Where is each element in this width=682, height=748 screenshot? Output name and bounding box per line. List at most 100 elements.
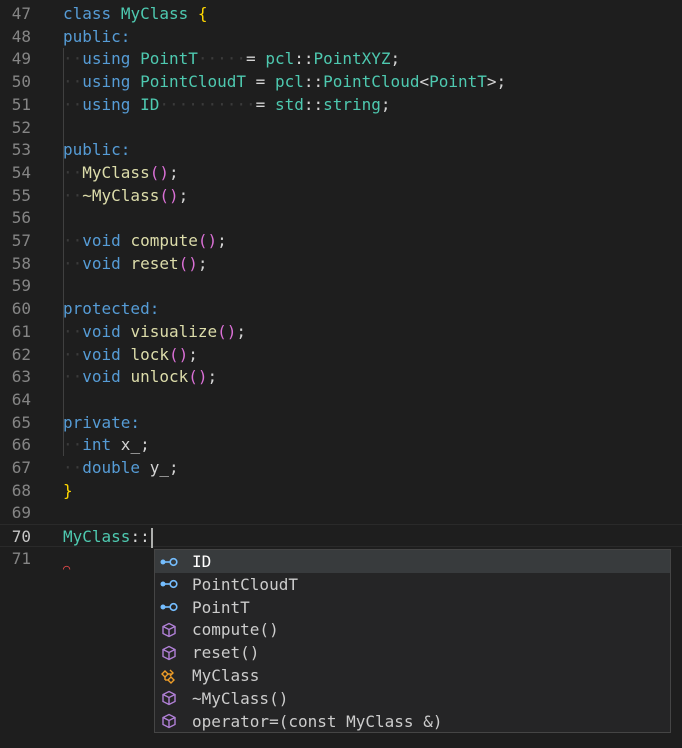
code-line[interactable]: 48 public:: [0, 25, 682, 48]
code-token: compute: [130, 231, 198, 250]
code-token: ::: [303, 94, 324, 114]
code-token: MyClass: [82, 162, 150, 182]
suggestion-item[interactable]: PointT: [155, 596, 670, 619]
code-line[interactable]: 64: [0, 388, 682, 411]
code-token: pcl: [274, 72, 304, 92]
text-cursor: [150, 527, 153, 548]
code-text: ··using ID··········= std::string;: [63, 93, 391, 116]
code-line[interactable]: 59: [0, 274, 682, 297]
code-token: (): [188, 367, 208, 387]
suggestion-item[interactable]: ~MyClass(): [155, 687, 670, 710]
code-token: ID: [140, 94, 160, 114]
method-icon: [159, 687, 179, 710]
code-line[interactable]: 70 MyClass::: [0, 524, 682, 548]
code-token: (): [178, 253, 198, 273]
code-text: ··void reset();: [63, 252, 208, 275]
code-line[interactable]: 69: [0, 501, 682, 524]
code-line[interactable]: 47 class MyClass {: [0, 2, 682, 25]
code-line[interactable]: 61 ··void visualize();: [0, 320, 682, 343]
code-line[interactable]: 56: [0, 206, 682, 229]
code-token: (): [159, 185, 179, 205]
code-token: ··: [63, 49, 83, 69]
code-token: ;: [178, 185, 189, 205]
code-line[interactable]: 60 protected:: [0, 297, 682, 320]
code-token: {: [197, 4, 208, 23]
code-token: void: [82, 231, 121, 250]
code-line[interactable]: 50 ··using PointCloudT = pcl::PointCloud<…: [0, 70, 682, 93]
code-line[interactable]: 63 ··void unlock();: [0, 365, 682, 388]
code-token: void: [82, 344, 121, 364]
code-token: lock: [130, 344, 169, 364]
suggestion-item[interactable]: PointCloudT: [155, 573, 670, 596]
code-token: x_;: [111, 435, 150, 455]
code-token: ··: [63, 367, 83, 387]
code-text: ··void unlock();: [63, 365, 217, 388]
line-number: 54: [11, 162, 31, 182]
code-line[interactable]: 66 ··int x_;: [0, 433, 682, 456]
line-number: 58: [11, 253, 31, 273]
code-line[interactable]: 53 public:: [0, 138, 682, 161]
line-number: 67: [11, 458, 31, 477]
code-token: class: [63, 4, 112, 23]
code-line[interactable]: 55 ··~MyClass();: [0, 184, 682, 207]
line-number: 56: [11, 208, 31, 228]
code-line[interactable]: 67 ··double y_;: [0, 456, 682, 479]
line-number: 63: [11, 367, 31, 387]
suggestion-item[interactable]: ID: [155, 550, 670, 573]
code-text: ··double y_;: [63, 456, 179, 479]
code-line[interactable]: 51 ··using ID··········= std::string;: [0, 93, 682, 116]
code-token: ··: [63, 94, 83, 114]
code-line[interactable]: 57 ··void compute();: [0, 229, 682, 252]
code-text: ··~MyClass();: [63, 184, 188, 207]
code-token: ··: [63, 231, 83, 250]
code-token: ~MyClass: [82, 185, 160, 205]
field-icon: [159, 550, 179, 573]
code-line[interactable]: 65 private:: [0, 411, 682, 434]
code-token: (): [197, 231, 218, 250]
suggestion-item[interactable]: operator=(const MyClass &): [155, 710, 670, 733]
indent-guide: [63, 47, 64, 456]
code-token: y_;: [140, 458, 179, 477]
code-token: ··: [63, 72, 83, 92]
suggestion-label: compute(): [192, 620, 279, 640]
code-token: string: [323, 94, 381, 114]
suggestion-label: reset(): [192, 643, 260, 663]
code-line[interactable]: 54 ··MyClass();: [0, 161, 682, 184]
code-line[interactable]: 49 ··using PointT·····= pcl::PointXYZ;: [0, 47, 682, 70]
line-number: 47: [11, 4, 31, 23]
code-text: public:: [63, 138, 130, 161]
line-number: 64: [11, 389, 31, 409]
code-token: =: [246, 72, 275, 92]
code-token: void: [82, 367, 121, 387]
suggestion-item[interactable]: reset(): [155, 641, 670, 664]
code-token: using: [82, 72, 131, 92]
code-token: protected:: [63, 299, 160, 319]
suggestion-label: ID: [192, 552, 212, 571]
suggestion-label: ~MyClass(): [192, 688, 289, 708]
suggestion-item[interactable]: compute(): [155, 618, 670, 641]
code-line[interactable]: 62 ··void lock();: [0, 343, 682, 366]
code-token: =: [255, 94, 275, 114]
code-text: ··using PointT·····= pcl::PointXYZ;: [63, 47, 400, 70]
code-text: protected:: [63, 297, 159, 320]
line-number: 50: [11, 72, 31, 92]
suggestion-widget[interactable]: ID PointCloudT PointT compute() reset() MyCla…: [154, 549, 671, 733]
line-number: 55: [11, 185, 31, 205]
code-token: ;: [207, 367, 218, 387]
code-line[interactable]: 68}: [0, 479, 682, 502]
code-token: ;: [217, 231, 227, 250]
code-token: void: [82, 321, 121, 341]
suggestion-item[interactable]: MyClass: [155, 664, 670, 687]
field-icon: [159, 596, 179, 619]
line-number: 59: [11, 276, 31, 296]
code-token: PointT: [429, 72, 487, 92]
code-text: public:: [63, 25, 130, 48]
code-line[interactable]: 52: [0, 116, 682, 139]
code-line[interactable]: 58 ··void reset();: [0, 252, 682, 275]
